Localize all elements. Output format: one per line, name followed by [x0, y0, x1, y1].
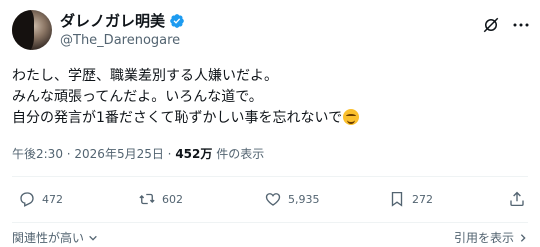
reply-button[interactable]: 472: [18, 190, 63, 208]
views-label: 件の表示: [212, 147, 265, 161]
tweet-line: 自分の発言が1番ださくて恥ずかしい事を忘れないで: [12, 108, 528, 129]
share-button[interactable]: [508, 190, 526, 208]
tweet-time[interactable]: 午後2:30: [12, 147, 63, 161]
smiling-blush-emoji-icon: [343, 109, 360, 125]
share-icon: [510, 191, 524, 207]
user-avatar[interactable]: [12, 10, 52, 50]
action-bar: 472 602 5,935 272: [12, 190, 528, 212]
reply-count: 472: [42, 192, 63, 206]
user-handle[interactable]: @The_Darenogare: [60, 33, 180, 49]
bookmark-count: 272: [412, 192, 433, 206]
tweet-line: わたし、学歴、職業差別する人嫌いだよ。: [12, 68, 278, 84]
tweet-date[interactable]: 2026年5月25日: [74, 147, 163, 161]
sort-label: 関連性が高い: [12, 231, 85, 245]
repost-button[interactable]: 602: [138, 190, 183, 208]
like-count: 5,935: [288, 192, 320, 206]
quotes-link-label: 引用を表示: [453, 231, 514, 245]
verified-badge-icon: [170, 14, 184, 28]
meta-separator: ·: [62, 147, 75, 161]
chevron-right-icon: [520, 233, 526, 242]
more-options-icon[interactable]: [512, 18, 530, 32]
user-name-row[interactable]: ダレノガレ明美: [60, 12, 185, 30]
view-quotes-link[interactable]: 引用を表示: [454, 229, 528, 246]
like-button[interactable]: 5,935: [264, 190, 320, 208]
tweet-text: わたし、学歴、職業差別する人嫌いだよ。 みんな頑張ってんだよ。いろんな道で。 自…: [12, 66, 528, 129]
tweet-meta: 午後2:30 · 2026年5月25日 · 452万 件の表示: [12, 146, 264, 162]
tweet-line: みんな頑張ってんだよ。いろんな道で。: [12, 89, 263, 105]
divider: [12, 176, 528, 177]
reply-icon: [20, 192, 34, 207]
meta-separator: ·: [163, 147, 176, 161]
heart-icon: [265, 193, 281, 206]
divider: [12, 222, 528, 223]
repost-count: 602: [162, 192, 183, 206]
repost-icon: [139, 193, 155, 205]
tweet-line-text: 自分の発言が1番ださくて恥ずかしい事を忘れないで: [12, 110, 343, 126]
bookmark-icon: [391, 191, 403, 207]
views-count: 452万: [175, 147, 213, 161]
chevron-down-icon: [89, 235, 97, 241]
reply-sort-dropdown[interactable]: 関連性が高い: [12, 229, 98, 246]
bookmark-button[interactable]: 272: [388, 190, 433, 208]
display-name[interactable]: ダレノガレ明美: [60, 12, 165, 30]
grok-icon[interactable]: [482, 16, 500, 34]
